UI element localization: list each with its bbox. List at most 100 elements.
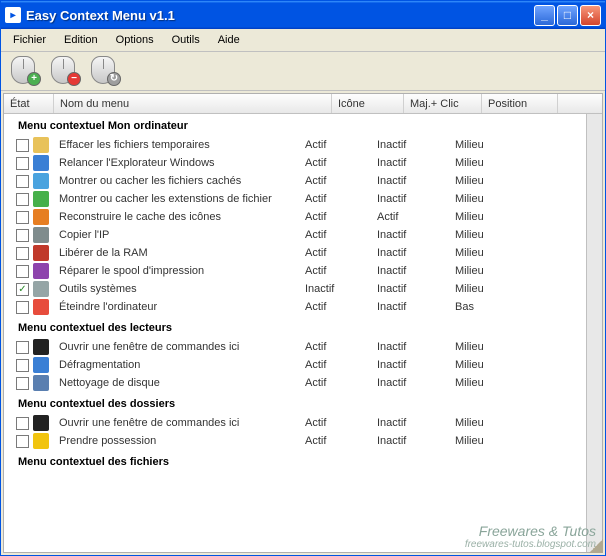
row-icone-state: Actif <box>305 341 377 353</box>
titlebar[interactable]: ▸ Easy Context Menu v1.1 _ □ × <box>1 1 605 29</box>
checkbox[interactable] <box>16 265 29 278</box>
checkbox[interactable] <box>16 359 29 372</box>
menu-options[interactable]: Options <box>108 32 162 48</box>
header-etat[interactable]: État <box>4 94 54 113</box>
resize-grip[interactable] <box>589 539 603 553</box>
row-icone-state: Actif <box>305 417 377 429</box>
row-icon <box>33 281 49 297</box>
menu-fichier[interactable]: Fichier <box>5 32 54 48</box>
row-icon <box>33 375 49 391</box>
group-header[interactable]: Menu contextuel des dossiers <box>4 392 586 414</box>
row-label: Ouvrir une fenêtre de commandes ici <box>55 341 305 353</box>
table-row[interactable]: Montrer ou cacher les extenstions de fic… <box>4 190 586 208</box>
table-row[interactable]: Nettoyage de disqueActifInactifMilieu <box>4 374 586 392</box>
table-row[interactable]: Effacer les fichiers temporairesActifIna… <box>4 136 586 154</box>
vertical-scrollbar[interactable] <box>586 114 602 552</box>
header-nom[interactable]: Nom du menu <box>54 94 332 113</box>
row-icone-state: Actif <box>305 211 377 223</box>
row-icone-state: Actif <box>305 175 377 187</box>
group-header[interactable]: Menu contextuel des lecteurs <box>4 316 586 338</box>
checkbox[interactable] <box>16 175 29 188</box>
row-maj-state: Inactif <box>377 377 455 389</box>
row-label: Prendre possession <box>55 435 305 447</box>
table-row[interactable]: Ouvrir une fenêtre de commandes iciActif… <box>4 414 586 432</box>
header-maj[interactable]: Maj.+ Clic <box>404 94 482 113</box>
row-icon <box>33 191 49 207</box>
table-row[interactable]: ✓Outils systèmesInactifInactifMilieu <box>4 280 586 298</box>
row-label: Ouvrir une fenêtre de commandes ici <box>55 417 305 429</box>
badge-icon: ↻ <box>107 72 121 86</box>
row-maj-state: Inactif <box>377 435 455 447</box>
badge-icon: − <box>67 72 81 86</box>
menu-aide[interactable]: Aide <box>210 32 248 48</box>
row-icon <box>33 137 49 153</box>
window-title: Easy Context Menu v1.1 <box>26 8 534 23</box>
minimize-button[interactable]: _ <box>534 5 555 26</box>
table-row[interactable]: Relancer l'Explorateur WindowsActifInact… <box>4 154 586 172</box>
row-icon <box>33 357 49 373</box>
row-maj-state: Inactif <box>377 193 455 205</box>
table-row[interactable]: Libérer de la RAMActifInactifMilieu <box>4 244 586 262</box>
row-position: Milieu <box>455 175 531 187</box>
row-icone-state: Actif <box>305 139 377 151</box>
row-icon <box>33 415 49 431</box>
row-maj-state: Inactif <box>377 301 455 313</box>
row-icone-state: Actif <box>305 193 377 205</box>
row-icone-state: Actif <box>305 247 377 259</box>
table-row[interactable]: DéfragmentationActifInactifMilieu <box>4 356 586 374</box>
checkbox[interactable] <box>16 247 29 260</box>
header-position[interactable]: Position <box>482 94 558 113</box>
group-header[interactable]: Menu contextuel Mon ordinateur <box>4 114 586 136</box>
table-row[interactable]: Reconstruire le cache des icônesActifAct… <box>4 208 586 226</box>
checkbox[interactable] <box>16 193 29 206</box>
row-label: Relancer l'Explorateur Windows <box>55 157 305 169</box>
row-icone-state: Actif <box>305 435 377 447</box>
list-body[interactable]: Menu contextuel Mon ordinateurEffacer le… <box>4 114 586 552</box>
table-row[interactable]: Prendre possessionActifInactifMilieu <box>4 432 586 450</box>
row-label: Effacer les fichiers temporaires <box>55 139 305 151</box>
row-icone-state: Inactif <box>305 283 377 295</box>
row-position: Milieu <box>455 283 531 295</box>
checkbox[interactable] <box>16 435 29 448</box>
row-icone-state: Actif <box>305 377 377 389</box>
table-row[interactable]: Copier l'IPActifInactifMilieu <box>4 226 586 244</box>
checkbox[interactable] <box>16 377 29 390</box>
mouse-add-button[interactable]: + <box>7 56 41 86</box>
mouse-remove-button[interactable]: − <box>47 56 81 86</box>
mouse-refresh-button[interactable]: ↻ <box>87 56 121 86</box>
maximize-button[interactable]: □ <box>557 5 578 26</box>
checkbox[interactable] <box>16 229 29 242</box>
checkbox[interactable] <box>16 157 29 170</box>
row-position: Milieu <box>455 157 531 169</box>
checkbox[interactable]: ✓ <box>16 283 29 296</box>
row-position: Milieu <box>455 341 531 353</box>
group-header[interactable]: Menu contextuel des fichiers <box>4 450 586 472</box>
checkbox[interactable] <box>16 211 29 224</box>
row-icon <box>33 227 49 243</box>
checkbox[interactable] <box>16 301 29 314</box>
header-icone[interactable]: Icône <box>332 94 404 113</box>
row-position: Bas <box>455 301 531 313</box>
app-icon: ▸ <box>5 7 21 23</box>
close-button[interactable]: × <box>580 5 601 26</box>
toolbar: + − ↻ <box>1 52 605 91</box>
table-row[interactable]: Ouvrir une fenêtre de commandes iciActif… <box>4 338 586 356</box>
row-icon <box>33 245 49 261</box>
menu-outils[interactable]: Outils <box>164 32 208 48</box>
menu-edition[interactable]: Edition <box>56 32 106 48</box>
row-maj-state: Inactif <box>377 175 455 187</box>
row-label: Nettoyage de disque <box>55 377 305 389</box>
table-row[interactable]: Éteindre l'ordinateurActifInactifBas <box>4 298 586 316</box>
row-label: Montrer ou cacher les fichiers cachés <box>55 175 305 187</box>
checkbox[interactable] <box>16 139 29 152</box>
row-maj-state: Inactif <box>377 265 455 277</box>
row-position: Milieu <box>455 265 531 277</box>
checkbox[interactable] <box>16 341 29 354</box>
row-position: Milieu <box>455 139 531 151</box>
row-icon <box>33 433 49 449</box>
table-row[interactable]: Réparer le spool d'impressionActifInacti… <box>4 262 586 280</box>
row-position: Milieu <box>455 377 531 389</box>
row-icon <box>33 299 49 315</box>
table-row[interactable]: Montrer ou cacher les fichiers cachésAct… <box>4 172 586 190</box>
checkbox[interactable] <box>16 417 29 430</box>
